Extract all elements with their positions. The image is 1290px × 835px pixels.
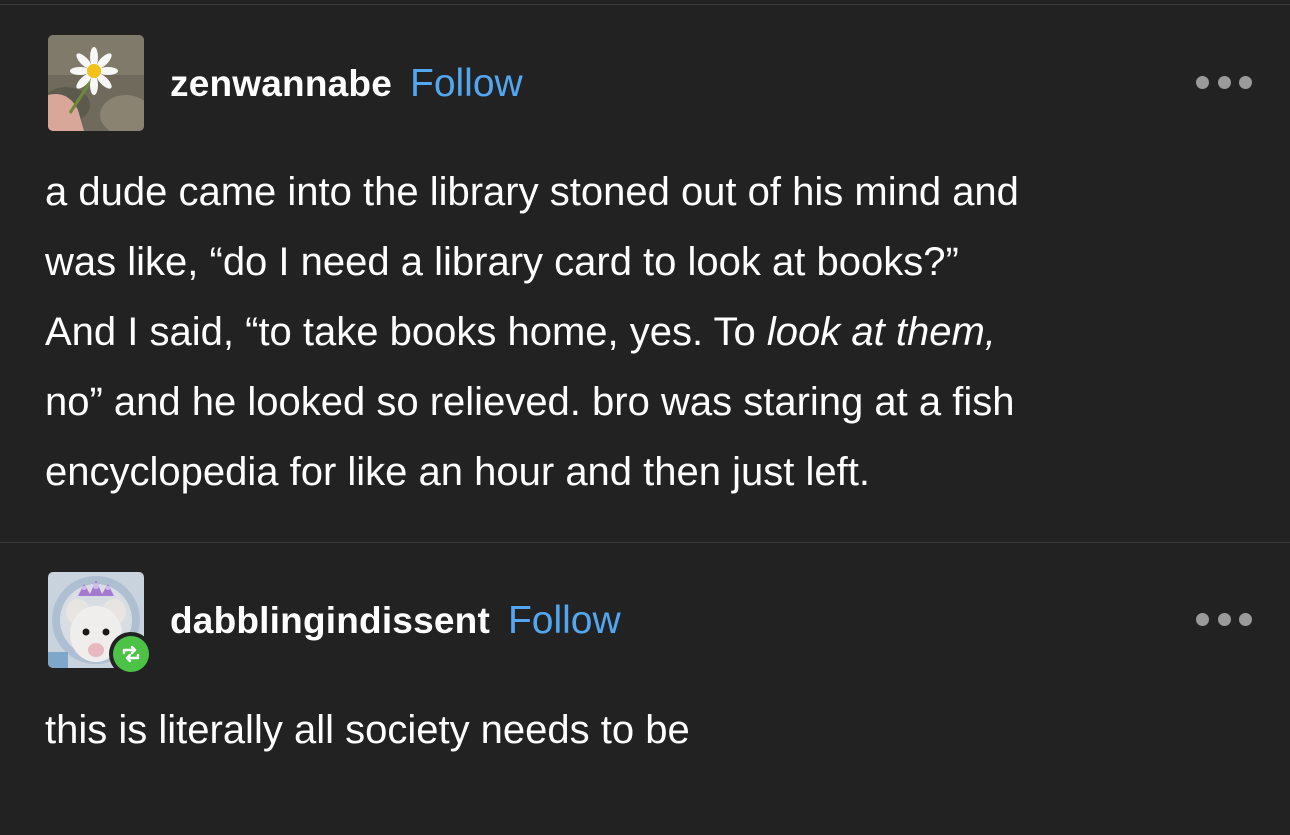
body-line: no” and he looked so relieved. bro was s… [45,380,1015,424]
follow-button[interactable]: Follow [410,62,523,106]
post-body: a dude came into the library stoned out … [45,157,1255,507]
body-line: And I said, “to take books home, yes. To… [45,297,1255,367]
reblog-icon [113,636,149,672]
username[interactable]: zenwannabe [170,63,392,105]
post-header: dabblingindissent Follow [170,599,621,643]
dot [1196,75,1209,89]
follow-button[interactable]: Follow [508,599,621,643]
more-dots-icon[interactable] [1196,72,1252,92]
body-text-plain: And I said, “to take books home, yes. To [45,310,767,354]
more-dots-icon[interactable] [1196,609,1252,629]
avatar[interactable] [48,35,144,131]
dot [1217,612,1231,626]
dot [1239,612,1252,626]
body-text-italic: look at them, [766,310,996,354]
body-line: this is literally all society needs to b… [45,708,690,752]
reblog-badge [109,632,153,676]
post-body: this is literally all society needs to b… [45,695,1255,765]
username[interactable]: dabblingindissent [170,600,490,642]
post-zenwannabe: zenwannabe Follow a dude came into the l… [0,0,1290,542]
post-header: zenwannabe Follow [170,62,523,106]
post-dabblingindissent: dabblingindissent Follow this is literal… [0,543,1290,835]
body-line: a dude came into the library stoned out … [45,170,1019,214]
daisy-flower-avatar-icon [48,35,144,131]
dot [1196,612,1209,626]
body-line: encyclopedia for like an hour and then j… [45,450,870,494]
dot [1239,75,1252,89]
dot [1217,75,1231,89]
body-line: was like, “do I need a library card to l… [45,240,959,284]
